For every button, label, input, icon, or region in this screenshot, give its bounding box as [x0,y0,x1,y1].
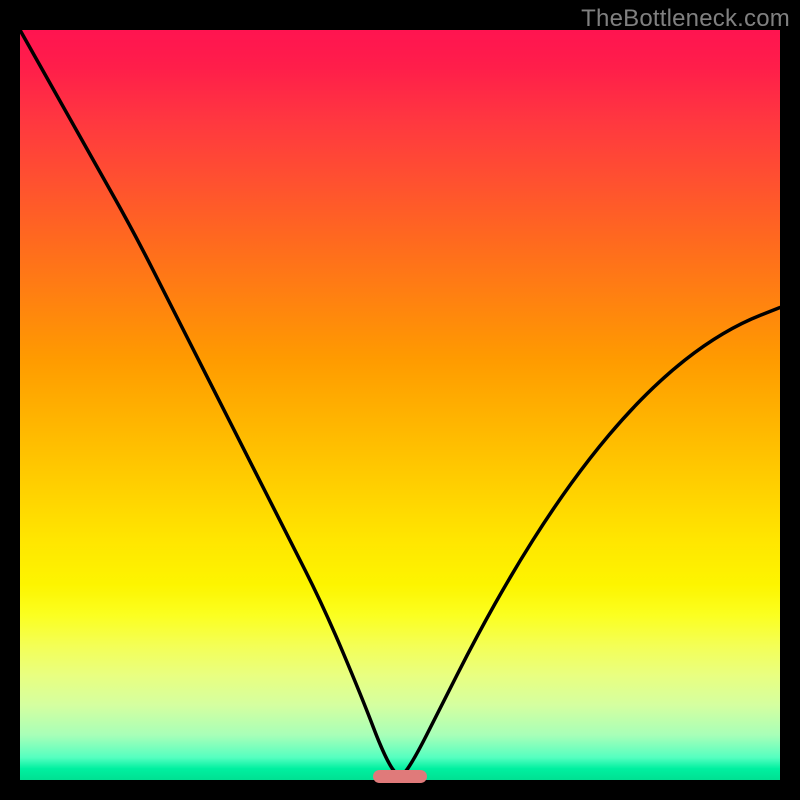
valley-marker [373,770,426,783]
watermark-text: TheBottleneck.com [581,5,790,33]
chart-container: TheBottleneck.com [0,0,800,800]
bottleneck-curve [20,30,780,780]
plot-area [20,30,780,780]
